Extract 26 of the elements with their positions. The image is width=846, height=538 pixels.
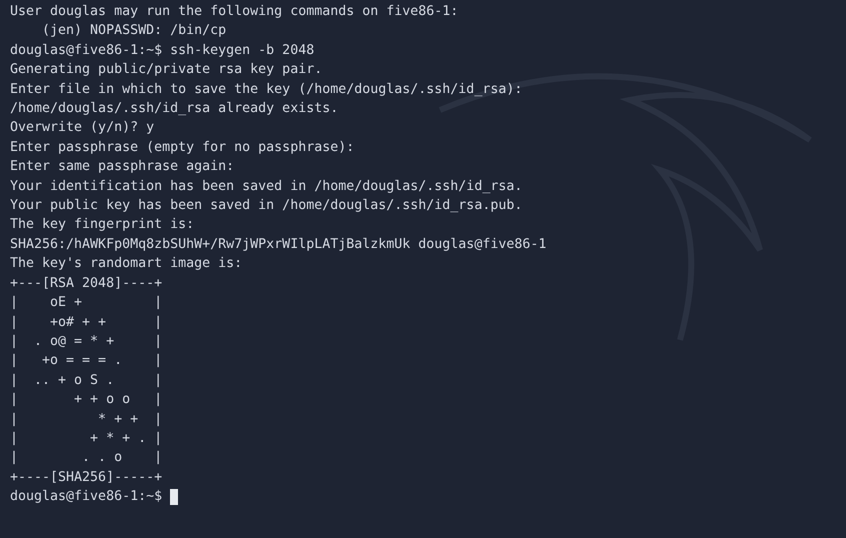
- terminal-line: (jen) NOPASSWD: /bin/cp: [41, 22, 226, 40]
- terminal-line: SHA256:/hAWKFp0Mq8zbSUhW+/Rw7jWPxrWIlpLATjBalzkmUk douglas@five86-1: [10, 236, 546, 254]
- terminal-line: | . . o |: [10, 449, 162, 468]
- terminal-line: | +o = = = . |: [10, 352, 162, 370]
- terminal-line: | . o@ = * + |: [10, 332, 162, 351]
- terminal-line: Enter file in which to save the key (/home/douglas/.ssh/id_rsa):: [10, 80, 522, 99]
- terminal-line: /home/douglas/.ssh/id_rsa already exists.: [10, 100, 338, 118]
- terminal-line: +---[RSA 2048]----+: [10, 274, 162, 293]
- terminal-line: Generating public/private rsa key pair.: [10, 61, 322, 80]
- terminal-line: Your public key has been saved in /home/douglas/.ssh/id_rsa.pub.: [10, 197, 522, 216]
- terminal-line: douglas@five86-1:~$ ssh-keygen -b 2048: [10, 42, 314, 60]
- terminal-line: +----[SHA256]-----+: [10, 468, 162, 487]
- terminal-line: | + + o o |: [10, 391, 162, 410]
- terminal-line: | * + + |: [10, 410, 162, 429]
- terminal-line: The key fingerprint is:: [10, 216, 194, 234]
- terminal-line: | +o# + + |: [10, 314, 162, 332]
- terminal-line: | + * + . |: [10, 430, 162, 448]
- terminal-line: User douglas may run the following commands on five86-1:: [10, 3, 458, 21]
- terminal-line: The key's randomart image is:: [10, 255, 242, 274]
- terminal-line: | oE + |: [10, 294, 162, 312]
- terminal-line: Enter same passphrase again:: [10, 158, 234, 176]
- shell-prompt: douglas@five86-1:~$: [10, 488, 162, 506]
- terminal-line: Overwrite (y/n)? y: [10, 119, 154, 138]
- terminal-line: Your identification has been saved in /home/douglas/.ssh/id_rsa.: [10, 178, 522, 196]
- terminal-line: | .. + o S . |: [10, 372, 162, 390]
- terminal-line: Enter passphrase (empty for no passphrase):: [10, 138, 354, 157]
